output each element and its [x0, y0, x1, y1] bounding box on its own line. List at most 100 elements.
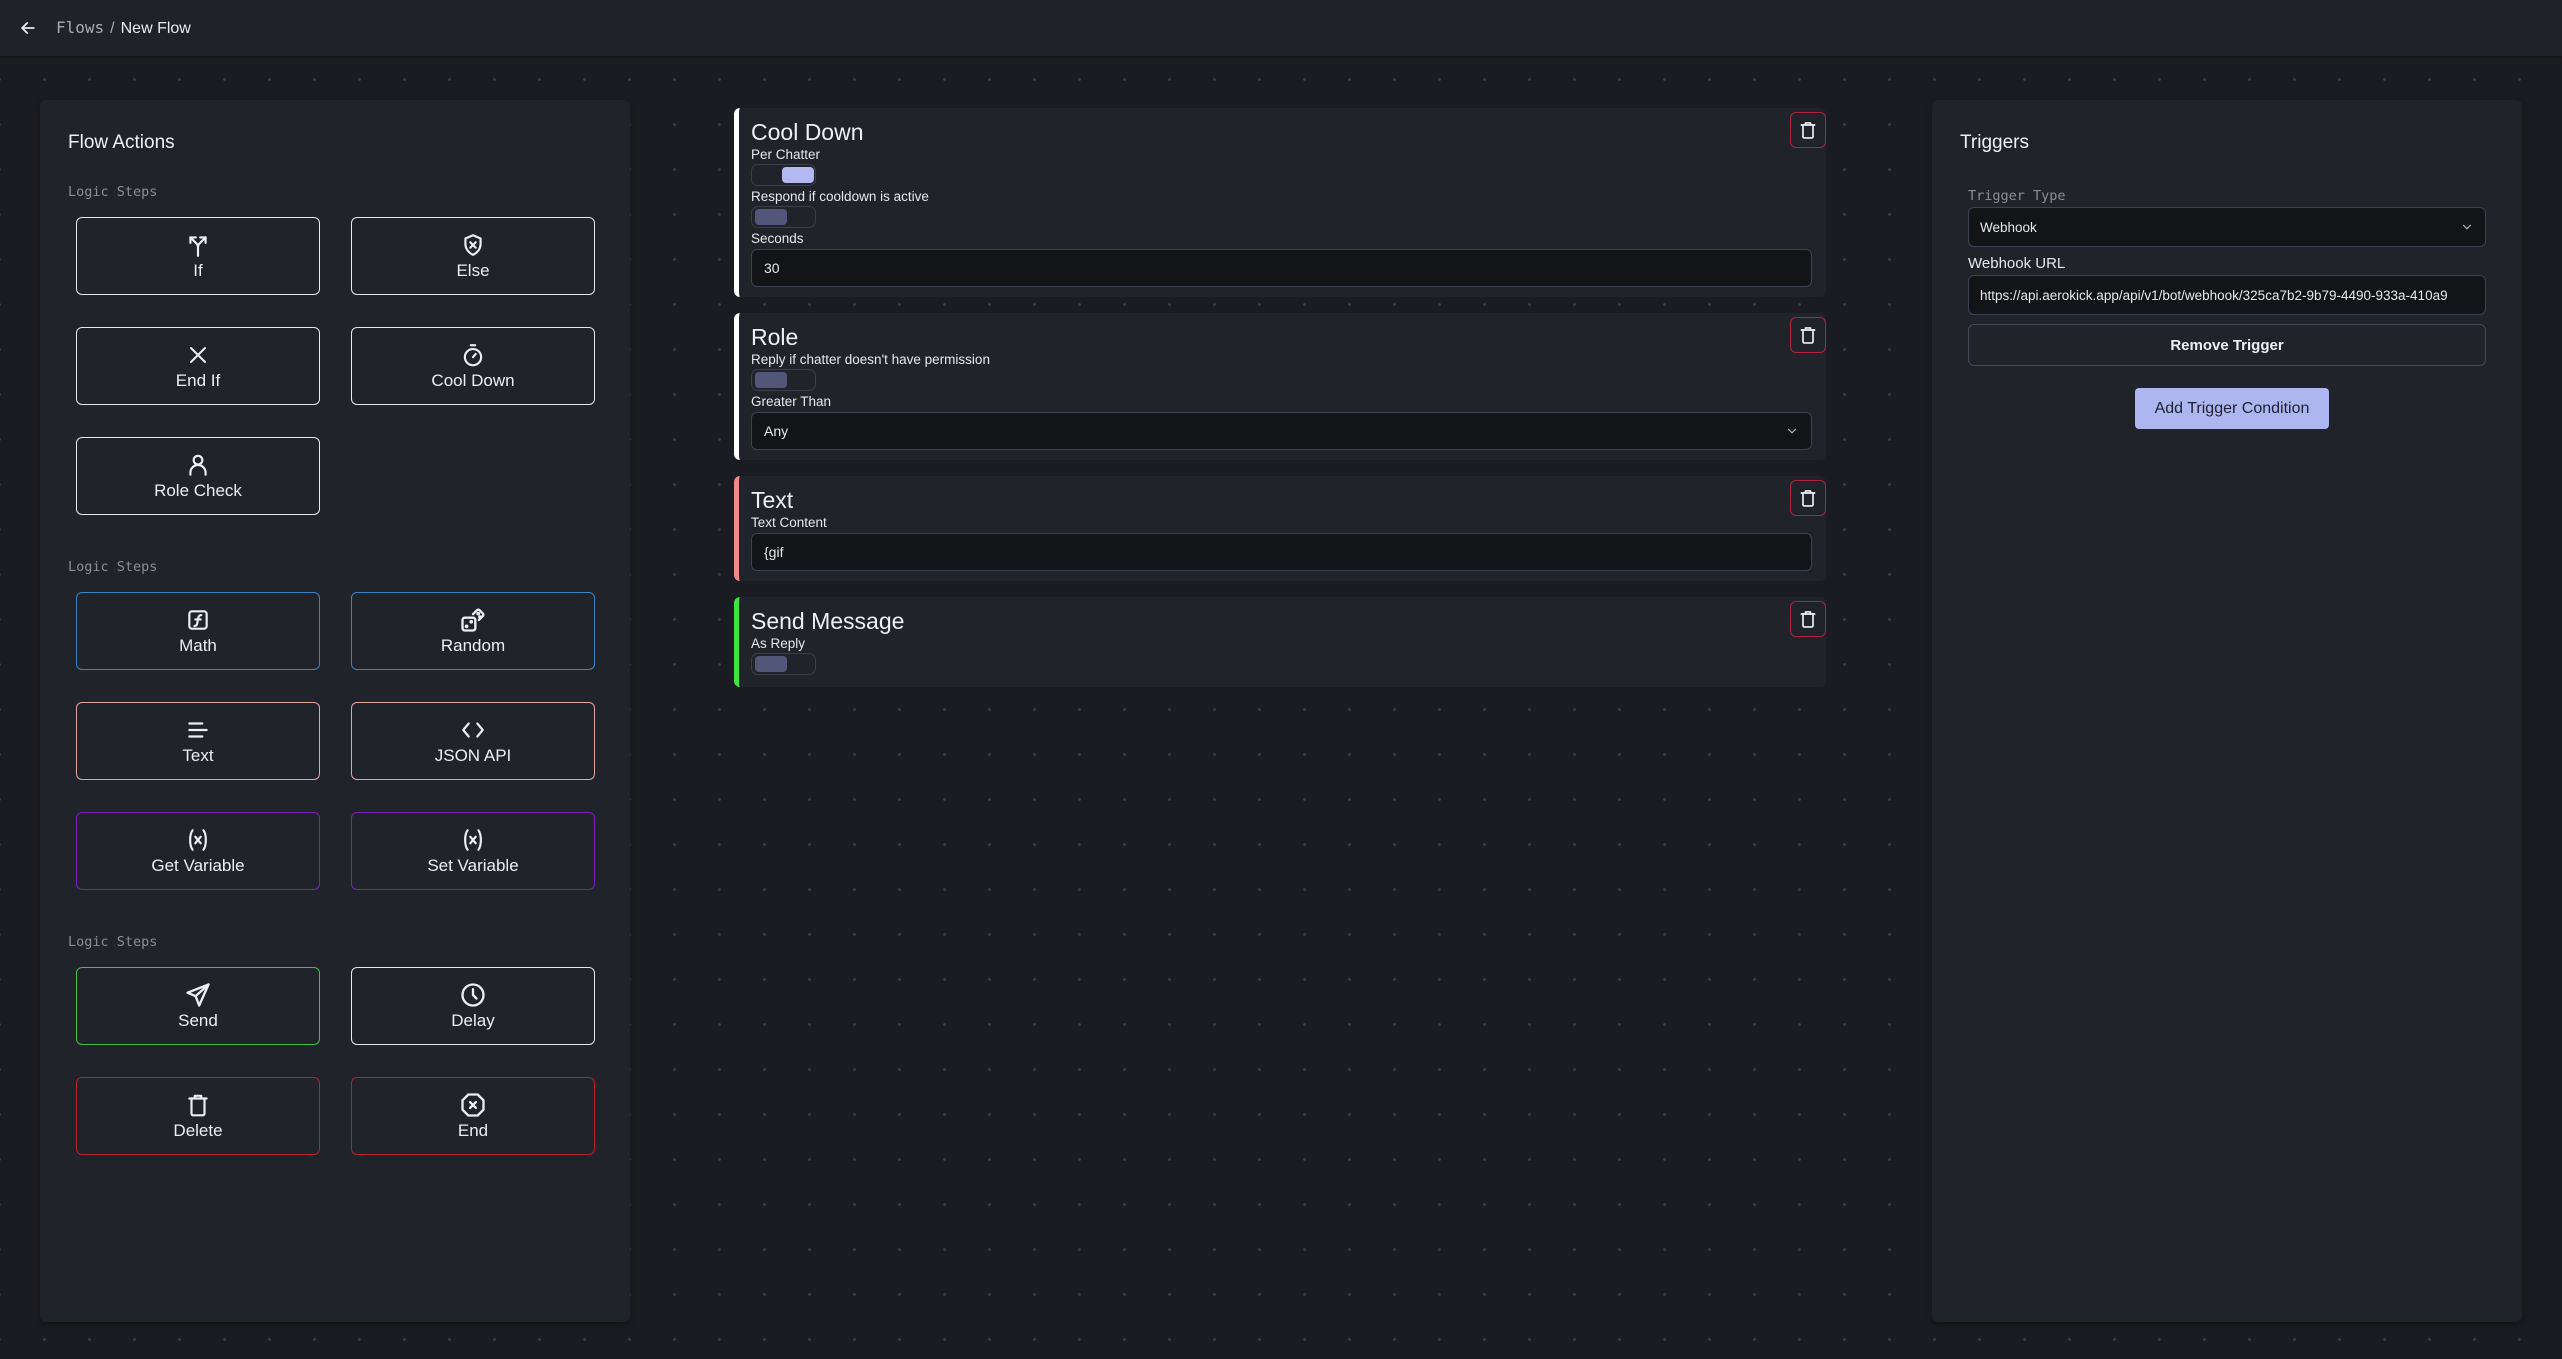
action-send-button[interactable]: Send — [76, 967, 320, 1045]
action-grid: If Else End If Cool Down Role Check — [68, 217, 602, 515]
field-label: Reply if chatter doesn't have permission — [751, 352, 990, 367]
trash-icon — [1800, 327, 1816, 344]
text-lines-icon — [184, 716, 212, 744]
action-end-button[interactable]: End — [351, 1077, 595, 1155]
action-label: End — [457, 1121, 489, 1140]
delete-step-button[interactable] — [1790, 480, 1826, 516]
field-label: Greater Than — [751, 394, 832, 409]
chevron-down-icon — [1787, 428, 1797, 434]
section-label: Logic Steps — [68, 184, 158, 200]
respond-if-cooldown-toggle[interactable] — [751, 206, 816, 228]
triggers-panel: Triggers Trigger Type Webhook Webhook UR… — [1932, 100, 2522, 1322]
field-label: As Reply — [751, 636, 806, 651]
action-label: Random — [440, 636, 506, 655]
field-label: Per Chatter — [751, 147, 821, 162]
action-set-variable-button[interactable]: Set Variable — [351, 812, 595, 890]
triggers-title: Triggers — [1960, 132, 2029, 153]
action-cool-down-button[interactable]: Cool Down — [351, 327, 595, 405]
breadcrumb-flows[interactable]: Flows — [56, 18, 104, 37]
seconds-input[interactable]: 30 — [751, 249, 1812, 287]
webhook-url-label: Webhook URL — [1968, 255, 2066, 272]
action-text-button[interactable]: Text — [76, 702, 320, 780]
action-label: Cool Down — [431, 371, 515, 390]
action-label: Delete — [173, 1121, 223, 1140]
send-icon — [184, 981, 212, 1009]
step-card-role[interactable]: Role Reply if chatter doesn't have permi… — [734, 313, 1826, 460]
trash-icon — [184, 1091, 212, 1119]
user-icon — [184, 451, 212, 479]
action-label: Delay — [451, 1011, 495, 1030]
action-get-variable-button[interactable]: Get Variable — [76, 812, 320, 890]
input-value: https://api.aerokick.app/api/v1/bot/webh… — [1980, 287, 2448, 303]
action-delete-button[interactable]: Delete — [76, 1077, 320, 1155]
toggle-knob — [755, 209, 787, 225]
x-icon — [184, 341, 212, 369]
greater-than-select[interactable]: Any — [751, 412, 1812, 450]
step-title: Cool Down — [751, 119, 864, 145]
arrow-left-icon — [21, 22, 35, 34]
toggle-knob — [755, 656, 787, 672]
action-math-button[interactable]: Math — [76, 592, 320, 670]
delete-step-button[interactable] — [1790, 601, 1826, 637]
step-title: Send Message — [751, 608, 905, 634]
input-value: {gif — [764, 544, 784, 560]
action-label: Get Variable — [151, 856, 245, 875]
field-label: Respond if cooldown is active — [751, 189, 929, 204]
action-label: End If — [175, 371, 221, 390]
select-value: Any — [764, 423, 789, 439]
step-card-cool-down[interactable]: Cool Down Per Chatter Respond if cooldow… — [734, 108, 1826, 297]
function-icon — [184, 606, 212, 634]
trigger-type-label: Trigger Type — [1968, 188, 2066, 204]
action-label: JSON API — [434, 746, 512, 765]
delete-step-button[interactable] — [1790, 112, 1826, 148]
trigger-type-select[interactable]: Webhook — [1968, 207, 2486, 247]
action-grid: Math Random Text JSON API Get Variable S… — [68, 592, 602, 890]
breadcrumb-current: New Flow — [120, 20, 191, 37]
shield-x-icon — [459, 231, 487, 259]
variable-icon — [459, 826, 487, 854]
step-title: Text — [751, 487, 794, 513]
toggle-knob — [782, 167, 814, 183]
step-title: Role — [751, 324, 799, 350]
stopwatch-icon — [459, 341, 487, 369]
select-value: Webhook — [1980, 219, 2037, 235]
action-json-api-button[interactable]: JSON API — [351, 702, 595, 780]
back-button[interactable] — [16, 16, 40, 40]
breadcrumb: Flows / New Flow — [56, 18, 191, 38]
breadcrumb-separator: / — [110, 20, 115, 37]
action-if-button[interactable]: If — [76, 217, 320, 295]
dice-icon — [459, 606, 487, 634]
step-card-send-message[interactable]: Send Message As Reply — [734, 597, 1826, 687]
per-chatter-toggle[interactable] — [751, 164, 816, 186]
action-label: If — [193, 261, 203, 280]
action-random-button[interactable]: Random — [351, 592, 595, 670]
flow-steps-list: Cool Down Per Chatter Respond if cooldow… — [734, 108, 1826, 703]
action-end-if-button[interactable]: End If — [76, 327, 320, 405]
text-content-input[interactable]: {gif — [751, 533, 1812, 571]
flow-actions-title: Flow Actions — [68, 132, 175, 153]
step-card-text[interactable]: Text Text Content {gif — [734, 476, 1826, 581]
input-value: 30 — [764, 260, 780, 276]
field-label: Text Content — [751, 515, 827, 530]
top-bar: Flows / New Flow — [0, 0, 2562, 56]
code-brackets-icon — [459, 716, 487, 744]
action-role-check-button[interactable]: Role Check — [76, 437, 320, 515]
clock-icon — [459, 981, 487, 1009]
action-label: Send — [178, 1011, 218, 1030]
as-reply-toggle[interactable] — [751, 653, 816, 675]
split-arrows-icon — [184, 231, 212, 259]
delete-step-button[interactable] — [1790, 317, 1826, 353]
flow-actions-panel: Flow Actions Logic Steps If Else End If … — [40, 100, 630, 1322]
toggle-knob — [755, 372, 787, 388]
action-label: Else — [456, 261, 490, 280]
remove-trigger-button[interactable]: Remove Trigger — [1968, 324, 2486, 366]
action-else-button[interactable]: Else — [351, 217, 595, 295]
action-label: Text — [182, 746, 214, 765]
action-label: Role Check — [154, 481, 242, 500]
action-label: Math — [179, 636, 217, 655]
trash-icon — [1800, 611, 1816, 628]
add-trigger-condition-button[interactable]: Add Trigger Condition — [2135, 388, 2329, 429]
webhook-url-input[interactable]: https://api.aerokick.app/api/v1/bot/webh… — [1968, 275, 2486, 315]
action-delay-button[interactable]: Delay — [351, 967, 595, 1045]
reply-no-permission-toggle[interactable] — [751, 369, 816, 391]
